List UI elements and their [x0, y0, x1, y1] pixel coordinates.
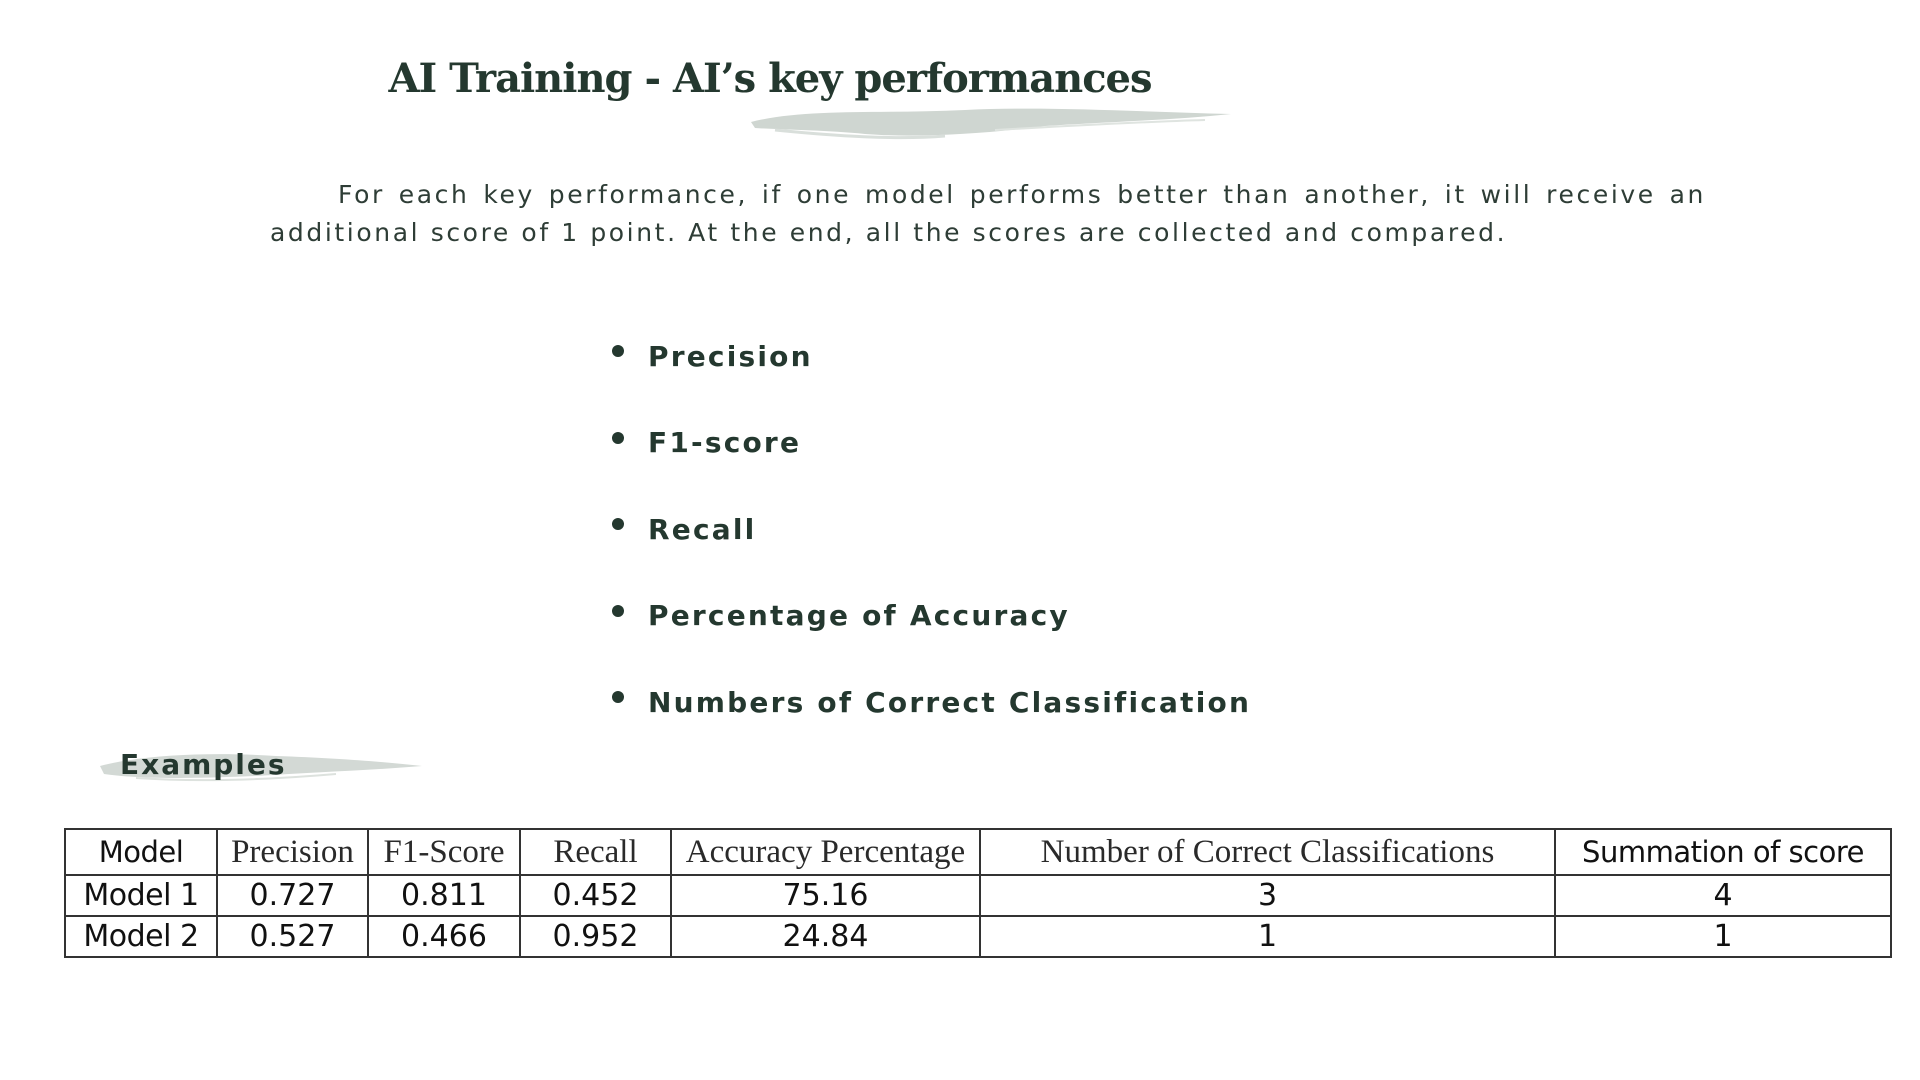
list-item: Percentage of Accuracy [612, 573, 1251, 660]
table-cell: 4 [1554, 874, 1892, 917]
bullet-icon [612, 604, 624, 617]
table-cell: 3 [979, 874, 1556, 917]
table-cell: 0.811 [367, 874, 521, 917]
list-item: Numbers of Correct Classification [612, 659, 1251, 746]
table-cell: 1 [1554, 915, 1892, 958]
bullet-icon [612, 345, 624, 358]
table-cell: 1 [979, 915, 1556, 958]
list-item-label: Recall [648, 512, 757, 546]
bullet-icon [612, 431, 624, 444]
bullet-icon [612, 691, 624, 704]
list-item: Recall [612, 486, 1251, 573]
table-cell: 0.527 [216, 915, 369, 958]
list-item: Precision [612, 313, 1251, 400]
bullet-icon [612, 518, 624, 531]
list-item-label: Percentage of Accuracy [648, 599, 1070, 633]
title-brush-stroke [751, 108, 1231, 140]
table-cell: 0.727 [216, 874, 369, 917]
table-cell: 0.452 [519, 874, 672, 917]
table-cell: 24.84 [670, 915, 981, 958]
column-header: Recall [519, 828, 672, 876]
column-header: Summation of score [1554, 828, 1892, 876]
table-cell: 0.466 [367, 915, 521, 958]
column-header: Precision [216, 828, 369, 876]
table-cell: Model 2 [64, 915, 218, 958]
table-cell: 0.952 [519, 915, 672, 958]
table-cell: 75.16 [670, 874, 981, 917]
key-performance-list: Precision F1-score Recall Percentage of … [612, 313, 1251, 746]
examples-heading: Examples [120, 748, 287, 781]
list-item-label: F1-score [648, 426, 802, 460]
column-header: Model [64, 828, 218, 876]
column-header: Number of Correct Classifications [979, 828, 1556, 876]
list-item: F1-score [612, 400, 1251, 487]
results-table: Model Precision F1-Score Recall Accuracy… [64, 828, 1892, 958]
table-row: Model 2 0.527 0.466 0.952 24.84 1 1 [64, 915, 1892, 958]
table-header-row: Model Precision F1-Score Recall Accuracy… [64, 828, 1892, 876]
slide: AI Training - AI’s key performances For … [0, 0, 1920, 1080]
table-cell: Model 1 [64, 874, 218, 917]
intro-paragraph: For each key performance, if one model p… [270, 180, 1706, 247]
column-header: F1-Score [367, 828, 521, 876]
list-item-label: Numbers of Correct Classification [648, 685, 1252, 719]
column-header: Accuracy Percentage [670, 828, 981, 876]
page-title: AI Training - AI’s key performances [388, 55, 1152, 102]
list-item-label: Precision [648, 339, 813, 373]
table-row: Model 1 0.727 0.811 0.452 75.16 3 4 [64, 874, 1892, 917]
